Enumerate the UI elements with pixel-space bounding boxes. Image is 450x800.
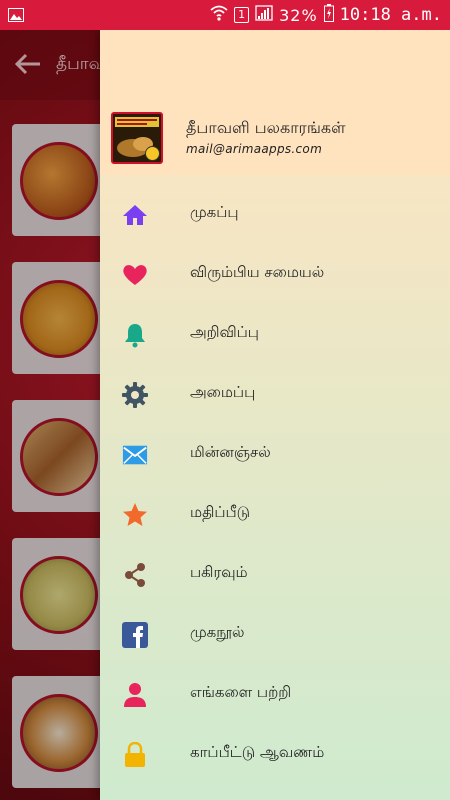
navigation-drawer: தீபாவளி பலகாரங்கள் mail@arimaapps.com மு… [100, 30, 450, 800]
menu-item-email[interactable]: மின்னஞ்சல் [100, 424, 450, 484]
battery-icon [323, 4, 334, 26]
menu-label: பகிரவும் [190, 563, 248, 581]
gallery-notification-icon [8, 7, 24, 22]
menu-item-notifications[interactable]: அறிவிப்பு [100, 304, 450, 364]
badge-icon [145, 146, 160, 161]
battery-percent: 32% [279, 5, 318, 25]
facebook-icon [122, 622, 148, 648]
drawer-menu: முகப்பு விரும்பிய சமையல் அறிவிப்பு அமைப்… [100, 184, 450, 784]
app-logo [111, 112, 163, 164]
person-icon [122, 682, 148, 708]
menu-item-share[interactable]: பகிரவும் [100, 544, 450, 604]
menu-label: விரும்பிய சமையல் [190, 263, 325, 281]
menu-label: மதிப்பீடு [190, 503, 251, 521]
star-icon [122, 502, 148, 528]
drawer-email: mail@arimaapps.com [186, 142, 323, 156]
menu-item-privacy-policy[interactable]: காப்பீட்டு ஆவணம் [100, 724, 450, 784]
menu-item-favorites[interactable]: விரும்பிய சமையல் [100, 244, 450, 304]
wifi-icon [210, 5, 228, 25]
menu-label: முகப்பு [190, 203, 239, 221]
home-icon [122, 202, 148, 228]
menu-label: மின்னஞ்சல் [190, 443, 271, 461]
gear-icon [122, 382, 148, 408]
bell-icon [122, 322, 148, 348]
menu-item-settings[interactable]: அமைப்பு [100, 364, 450, 424]
menu-item-about[interactable]: எங்களை பற்றி [100, 664, 450, 724]
menu-item-facebook[interactable]: முகநூல் [100, 604, 450, 664]
status-bar: 1 32% 10:18 a.m. [0, 0, 450, 30]
menu-label: காப்பீட்டு ஆவணம் [190, 743, 325, 761]
share-icon [122, 562, 148, 588]
menu-item-rate[interactable]: மதிப்பீடு [100, 484, 450, 544]
heart-icon [122, 262, 148, 288]
menu-label: எங்களை பற்றி [190, 683, 292, 701]
menu-label: அறிவிப்பு [190, 323, 259, 341]
menu-label: முகநூல் [190, 623, 245, 641]
signal-icon [255, 5, 273, 25]
menu-label: அமைப்பு [190, 383, 256, 401]
status-right: 1 32% 10:18 a.m. [210, 4, 442, 26]
mail-icon [122, 442, 148, 468]
clock: 10:18 a.m. [339, 5, 442, 25]
drawer-app-name: தீபாவளி பலகாரங்கள் [186, 118, 346, 137]
menu-item-home[interactable]: முகப்பு [100, 184, 450, 244]
lock-icon [122, 742, 148, 768]
sim-indicator: 1 [234, 7, 250, 23]
drawer-header: தீபாவளி பலகாரங்கள் mail@arimaapps.com [100, 30, 450, 175]
